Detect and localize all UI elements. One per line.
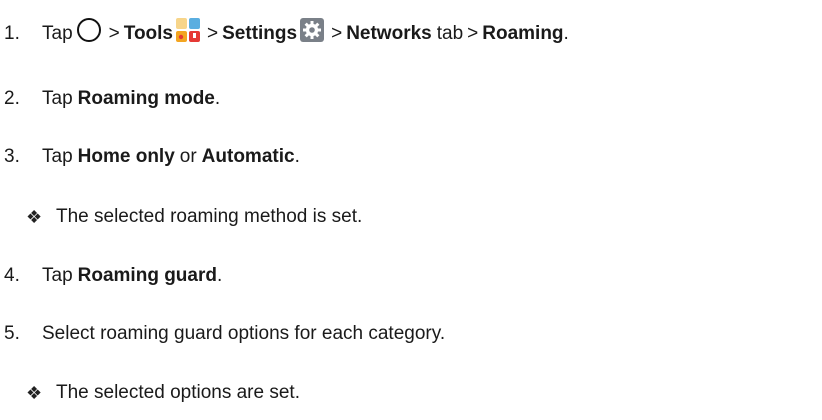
networks-label: Networks — [346, 23, 432, 44]
period: . — [214, 88, 221, 109]
home-only-label: Home only — [77, 146, 175, 167]
period: . — [294, 146, 300, 167]
tap-word: Tap — [42, 146, 73, 167]
period: . — [216, 265, 223, 286]
step-number: 4. — [4, 265, 20, 286]
result-note-2: ❖ The selected options are set. — [0, 381, 300, 405]
tab-word: tab — [436, 23, 464, 44]
step-1: 1. Tap > Tools > Settings > Networks tab… — [0, 18, 569, 46]
step-5: 5. Select roaming guard options for each… — [0, 322, 445, 346]
roaming-mode-label: Roaming mode — [77, 88, 215, 109]
step-2: 2. Tap Roaming mode . — [0, 87, 220, 111]
period: . — [563, 23, 569, 44]
separator: > — [108, 23, 120, 44]
bullet-icon: ❖ — [26, 383, 43, 403]
settings-gear-icon — [300, 18, 325, 42]
automatic-label: Automatic — [201, 146, 295, 167]
step-number: 1. — [4, 23, 20, 44]
tools-label: Tools — [123, 23, 174, 44]
result-text: The selected options are set. — [56, 382, 300, 403]
or-word: or — [179, 146, 197, 167]
step-text: Select roaming guard options for each ca… — [42, 323, 446, 344]
separator: > — [331, 23, 343, 44]
tools-icon — [176, 18, 201, 42]
separator: > — [207, 23, 219, 44]
roaming-guard-label: Roaming guard — [77, 265, 217, 286]
step-number: 2. — [4, 88, 20, 109]
tap-word: Tap — [42, 23, 73, 44]
bullet-icon: ❖ — [26, 207, 43, 227]
step-number: 5. — [4, 323, 20, 344]
home-circle-icon — [76, 18, 101, 42]
result-note-1: ❖ The selected roaming method is set. — [0, 205, 362, 229]
tap-word: Tap — [42, 88, 73, 109]
roaming-label: Roaming — [482, 23, 564, 44]
separator: > — [467, 23, 479, 44]
tap-word: Tap — [42, 265, 73, 286]
step-4: 4. Tap Roaming guard . — [0, 264, 222, 288]
result-text: The selected roaming method is set. — [56, 206, 363, 227]
step-3: 3. Tap Home only or Automatic . — [0, 145, 300, 169]
settings-label: Settings — [222, 23, 298, 44]
step-number: 3. — [4, 146, 20, 167]
